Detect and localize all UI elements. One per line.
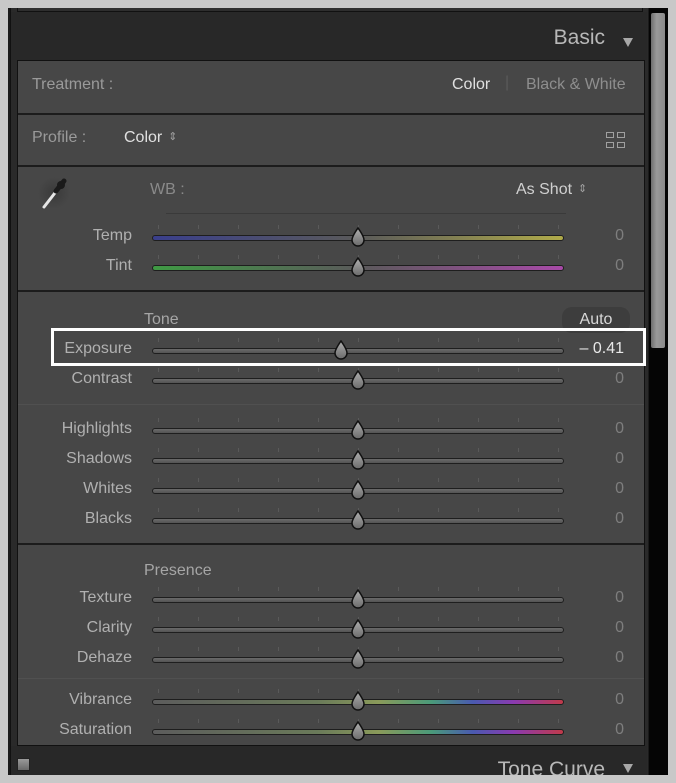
triangle-down-icon[interactable]	[623, 38, 633, 47]
divider	[18, 678, 644, 679]
divider	[18, 290, 644, 292]
tone-heading: Tone	[144, 311, 179, 328]
dehaze-label: Dehaze	[76, 649, 132, 666]
shadows-slider-thumb[interactable]	[350, 450, 366, 470]
slider-row-temp: Temp 0	[18, 223, 644, 251]
profile-row: Profile : Color ⇕	[18, 115, 644, 165]
auto-tone-button[interactable]: Auto	[562, 307, 630, 333]
next-panel-title: Tone Curve	[497, 758, 605, 775]
vibrance-slider-thumb[interactable]	[350, 691, 366, 711]
vibrance-label: Vibrance	[69, 691, 132, 708]
clarity-slider-thumb[interactable]	[350, 619, 366, 639]
tint-value[interactable]: 0	[564, 257, 624, 275]
temp-value[interactable]: 0	[564, 227, 624, 245]
clarity-value[interactable]: 0	[564, 619, 624, 637]
exposure-label: Exposure	[64, 340, 132, 357]
vibrance-value[interactable]: 0	[564, 691, 624, 709]
contrast-value[interactable]: 0	[564, 370, 624, 388]
highlights-label: Highlights	[61, 420, 132, 437]
wb-divider	[166, 213, 566, 214]
shadows-label: Shadows	[66, 450, 132, 467]
blacks-value[interactable]: 0	[564, 510, 624, 528]
wb-value: As Shot	[516, 181, 573, 198]
slider-row-dehaze: Dehaze 0	[18, 645, 644, 673]
slider-row-shadows: Shadows 0	[18, 446, 644, 474]
shadows-value[interactable]: 0	[564, 450, 624, 468]
texture-slider-thumb[interactable]	[350, 589, 366, 609]
texture-value[interactable]: 0	[564, 589, 624, 607]
whites-label: Whites	[83, 480, 132, 497]
exposure-slider-thumb[interactable]	[333, 340, 349, 360]
panel-toggle-switch[interactable]	[17, 758, 30, 771]
slider-row-tint: Tint 0	[18, 253, 644, 281]
tint-slider-thumb[interactable]	[350, 257, 366, 277]
slider-row-exposure: Exposure – 0.41	[18, 336, 644, 364]
scrollbar-thumb[interactable]	[651, 13, 665, 348]
slider-row-vibrance: Vibrance 0	[18, 687, 644, 715]
profile-label: Profile :	[32, 129, 87, 146]
panel-title: Basic	[553, 26, 605, 49]
slider-row-texture: Texture 0	[18, 585, 644, 613]
basic-panel: Basic Treatment : Color | Black & White …	[10, 8, 648, 775]
blacks-slider-thumb[interactable]	[350, 510, 366, 530]
wb-dropdown[interactable]: As Shot ⇕	[516, 181, 587, 199]
presence-heading: Presence	[144, 562, 212, 579]
contrast-slider-thumb[interactable]	[350, 370, 366, 390]
exposure-slider-track[interactable]	[152, 348, 564, 354]
triangle-down-icon[interactable]	[623, 764, 633, 773]
saturation-label: Saturation	[59, 721, 132, 738]
slider-row-highlights: Highlights 0	[18, 416, 644, 444]
dehaze-value[interactable]: 0	[564, 649, 624, 667]
updown-arrows-icon: ⇕	[578, 183, 588, 195]
eyedropper-icon[interactable]	[36, 173, 76, 213]
slider-row-clarity: Clarity 0	[18, 615, 644, 643]
clarity-label: Clarity	[86, 619, 132, 636]
basic-panel-body: Treatment : Color | Black & White Profil…	[17, 60, 645, 746]
whites-value[interactable]: 0	[564, 480, 624, 498]
saturation-slider-thumb[interactable]	[350, 721, 366, 741]
grid-icon[interactable]	[606, 132, 628, 150]
saturation-value[interactable]: 0	[564, 721, 624, 739]
whites-slider-thumb[interactable]	[350, 480, 366, 500]
profile-dropdown[interactable]: Color ⇕	[124, 129, 177, 147]
slider-row-contrast: Contrast 0	[18, 366, 644, 394]
slider-row-blacks: Blacks 0	[18, 506, 644, 534]
tint-label: Tint	[105, 257, 132, 274]
basic-panel-header[interactable]: Basic	[11, 12, 647, 60]
develop-panel-frame: Basic Treatment : Color | Black & White …	[8, 8, 668, 775]
treatment-bw-option[interactable]: Black & White	[526, 76, 626, 94]
highlights-value[interactable]: 0	[564, 420, 624, 438]
temp-label: Temp	[92, 227, 132, 244]
slider-row-saturation: Saturation 0	[18, 717, 644, 745]
wb-label: WB :	[150, 181, 185, 198]
divider	[18, 404, 644, 405]
temp-slider-thumb[interactable]	[350, 227, 366, 247]
treatment-row: Treatment : Color | Black & White	[18, 61, 644, 113]
slider-row-whites: Whites 0	[18, 476, 644, 504]
treatment-color-option[interactable]: Color	[452, 76, 490, 94]
treatment-separator: |	[505, 74, 510, 91]
profile-value: Color	[124, 129, 163, 146]
highlights-slider-thumb[interactable]	[350, 420, 366, 440]
exposure-value[interactable]: – 0.41	[564, 340, 624, 358]
scrollbar[interactable]	[649, 8, 668, 775]
updown-arrows-icon: ⇕	[168, 131, 178, 143]
divider	[18, 165, 644, 167]
dehaze-slider-thumb[interactable]	[350, 649, 366, 669]
texture-label: Texture	[79, 589, 132, 606]
contrast-label: Contrast	[71, 370, 132, 387]
slider-ticks	[158, 338, 559, 344]
treatment-label: Treatment :	[32, 76, 114, 93]
blacks-label: Blacks	[84, 510, 132, 527]
tone-curve-panel-header[interactable]: Tone Curve	[11, 746, 647, 775]
divider	[18, 543, 644, 545]
